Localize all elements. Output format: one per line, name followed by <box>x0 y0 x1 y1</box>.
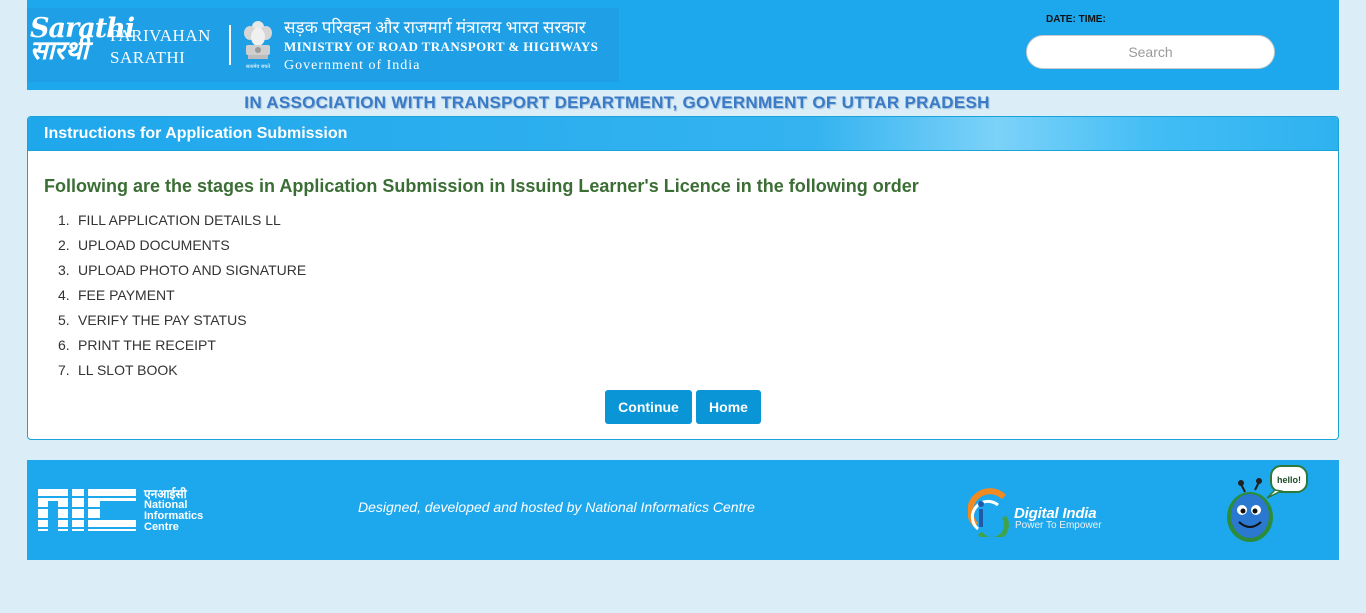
mascot-speech: hello! <box>1277 475 1301 485</box>
step-number: 6. <box>58 337 70 353</box>
instructions-panel: Instructions for Application Submission … <box>27 116 1339 440</box>
step-label: FEE PAYMENT <box>78 287 175 303</box>
step-label: FILL APPLICATION DETAILS LL <box>78 212 281 228</box>
list-item: 6. PRINT THE RECEIPT <box>58 336 306 361</box>
national-emblem-icon: सत्यमेव जयते <box>244 21 272 70</box>
sarathi-label: SARATHI <box>110 48 186 67</box>
step-number: 1. <box>58 212 70 228</box>
step-label: UPLOAD PHOTO AND SIGNATURE <box>78 262 307 278</box>
list-item: 7. LL SLOT BOOK <box>58 361 306 386</box>
nic-label-line: Centre <box>144 521 179 533</box>
step-label: VERIFY THE PAY STATUS <box>78 312 247 328</box>
list-item: 2. UPLOAD DOCUMENTS <box>58 236 306 261</box>
header-divider <box>229 25 231 65</box>
step-number: 3. <box>58 262 70 278</box>
ministry-hindi: सड़क परिवहन और राजमार्ग मंत्रालय भारत सर… <box>284 18 586 37</box>
panel-title: Instructions for Application Submission <box>28 117 1338 151</box>
parivahan-sarathi-title: PARIVAHAN SARATHI <box>110 25 211 69</box>
government-of-india: Government of India <box>284 58 421 73</box>
step-number: 7. <box>58 362 70 378</box>
site-footer: एनआईसी National Informatics Centre Desig… <box>27 460 1339 560</box>
step-number: 5. <box>58 312 70 328</box>
ministry-english: MINISTRY OF ROAD TRANSPORT & HIGHWAYS <box>284 39 599 54</box>
nic-logo-icon <box>38 489 138 531</box>
search-input[interactable] <box>1026 35 1275 69</box>
list-item: 1. FILL APPLICATION DETAILS LL <box>58 211 306 236</box>
nic-english-label: National Informatics Centre <box>144 500 203 533</box>
stages-heading: Following are the stages in Application … <box>44 176 919 196</box>
home-button[interactable]: Home <box>696 390 761 424</box>
date-time-label: DATE: TIME: <box>1046 14 1106 25</box>
stages-list: 1. FILL APPLICATION DETAILS LL 2. UPLOAD D… <box>58 211 306 386</box>
site-header: Sarathi सारथी PARIVAHAN SARATHI सत्यमेव … <box>27 0 1339 90</box>
step-label: PRINT THE RECEIPT <box>78 337 216 353</box>
association-banner: IN ASSOCIATION WITH TRANSPORT DEPARTMENT… <box>244 93 990 112</box>
continue-button[interactable]: Continue <box>605 390 692 424</box>
digital-india-icon <box>968 488 1009 537</box>
step-number: 2. <box>58 237 70 253</box>
list-item: 5. VERIFY THE PAY STATUS <box>58 311 306 336</box>
emblem-motto: सत्यमेव जयते <box>246 63 270 70</box>
step-label: UPLOAD DOCUMENTS <box>78 237 230 253</box>
list-item: 3. UPLOAD PHOTO AND SIGNATURE <box>58 261 306 286</box>
footer-credits: Designed, developed and hosted by Nation… <box>358 499 755 515</box>
parivahan-label: PARIVAHAN <box>110 26 211 45</box>
ministry-title: सड़क परिवहन और राजमार्ग मंत्रालय भारत सर… <box>284 18 598 75</box>
digital-india-tagline: Power To Empower <box>1015 520 1102 531</box>
step-number: 4. <box>58 287 70 303</box>
mascot-icon: hello! <box>1227 465 1308 542</box>
header-logo-block: Sarathi सारथी PARIVAHAN SARATHI सत्यमेव … <box>27 8 619 82</box>
step-label: LL SLOT BOOK <box>78 362 178 378</box>
list-item: 4. FEE PAYMENT <box>58 286 306 311</box>
